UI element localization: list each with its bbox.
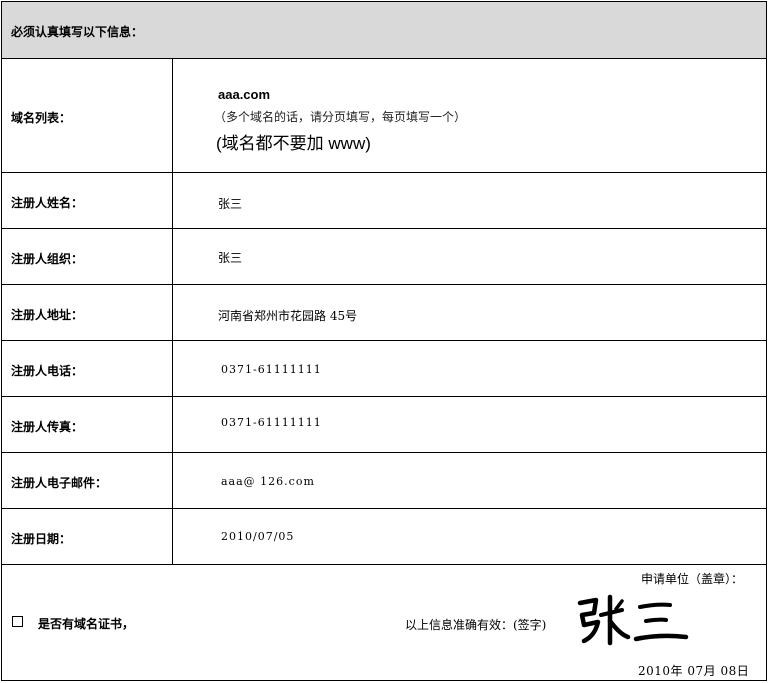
form-header: 必须认真填写以下信息：	[2, 2, 766, 59]
value-registrant-name[interactable]: 张三	[218, 195, 242, 212]
domain-list-note-www: (域名都不要加 www)	[216, 134, 371, 153]
label-registrant-email: 注册人电子邮件：	[11, 476, 108, 490]
row-registrant-email: 注册人电子邮件： aaa@ 126.com	[2, 453, 766, 509]
info-valid-label: 以上信息准确有效：(签字)	[405, 618, 547, 632]
domain-list-note: （多个域名的话，请分页填写，每页填写一个）	[214, 110, 467, 124]
label-registrant-name: 注册人姓名：	[11, 196, 84, 210]
value-registrant-address[interactable]: 河南省郑州市花园路 45号	[218, 307, 357, 324]
value-registration-date[interactable]: 2010/07/05	[221, 530, 294, 543]
form-header-title: 必须认真填写以下信息：	[11, 25, 144, 39]
label-cell-registrant-phone: 注册人电话：	[2, 341, 173, 396]
label-registrant-phone: 注册人电话：	[11, 364, 84, 378]
value-registrant-fax[interactable]: 0371-61111111	[221, 416, 322, 429]
value-registrant-phone[interactable]: 0371-61111111	[221, 363, 322, 376]
label-registrant-address: 注册人地址：	[11, 308, 84, 322]
label-cell-registrant-name: 注册人姓名：	[2, 173, 173, 228]
form-footer: 申请单位（盖章）： 是否有域名证书， 以上信息准确有效：(签字) 张三 2010…	[2, 565, 766, 681]
certificate-checkbox[interactable]	[12, 616, 23, 627]
signature-date: 2010年 07月 08日	[638, 664, 750, 678]
label-domain-list: 域名列表：	[11, 111, 72, 125]
row-registrant-fax: 注册人传真： 0371-61111111	[2, 397, 766, 453]
label-cell-registrant-organization: 注册人组织：	[2, 229, 173, 284]
row-registrant-phone: 注册人电话： 0371-61111111	[2, 341, 766, 397]
row-registrant-address: 注册人地址： 河南省郑州市花园路 45号	[2, 285, 766, 341]
value-registrant-email[interactable]: aaa@ 126.com	[221, 475, 315, 488]
row-registrant-name: 注册人姓名： 张三	[2, 173, 766, 229]
certificate-label: 是否有域名证书，	[38, 617, 135, 631]
label-cell-domain-list: 域名列表：	[2, 59, 173, 172]
label-cell-registrant-email: 注册人电子邮件：	[2, 453, 173, 508]
value-domain-list[interactable]: aaa.com	[218, 87, 270, 102]
value-registrant-organization[interactable]: 张三	[218, 249, 242, 266]
row-registration-date: 注册日期： 2010/07/05	[2, 509, 766, 565]
label-cell-registrant-address: 注册人地址：	[2, 285, 173, 340]
domain-registration-form: 必须认真填写以下信息： 域名列表： aaa.com （多个域名的话，请分页填写，…	[1, 1, 767, 681]
label-registrant-fax: 注册人传真：	[11, 420, 84, 434]
signature-image: 张三	[577, 594, 689, 646]
label-cell-registrant-fax: 注册人传真：	[2, 397, 173, 452]
applicant-unit-label: 申请单位（盖章）：	[641, 572, 744, 586]
row-registrant-organization: 注册人组织： 张三	[2, 229, 766, 285]
label-registrant-organization: 注册人组织：	[11, 252, 84, 266]
label-registration-date: 注册日期：	[11, 532, 72, 546]
row-domain-list: 域名列表： aaa.com （多个域名的话，请分页填写，每页填写一个） (域名都…	[2, 59, 766, 173]
label-cell-registration-date: 注册日期：	[2, 509, 173, 564]
